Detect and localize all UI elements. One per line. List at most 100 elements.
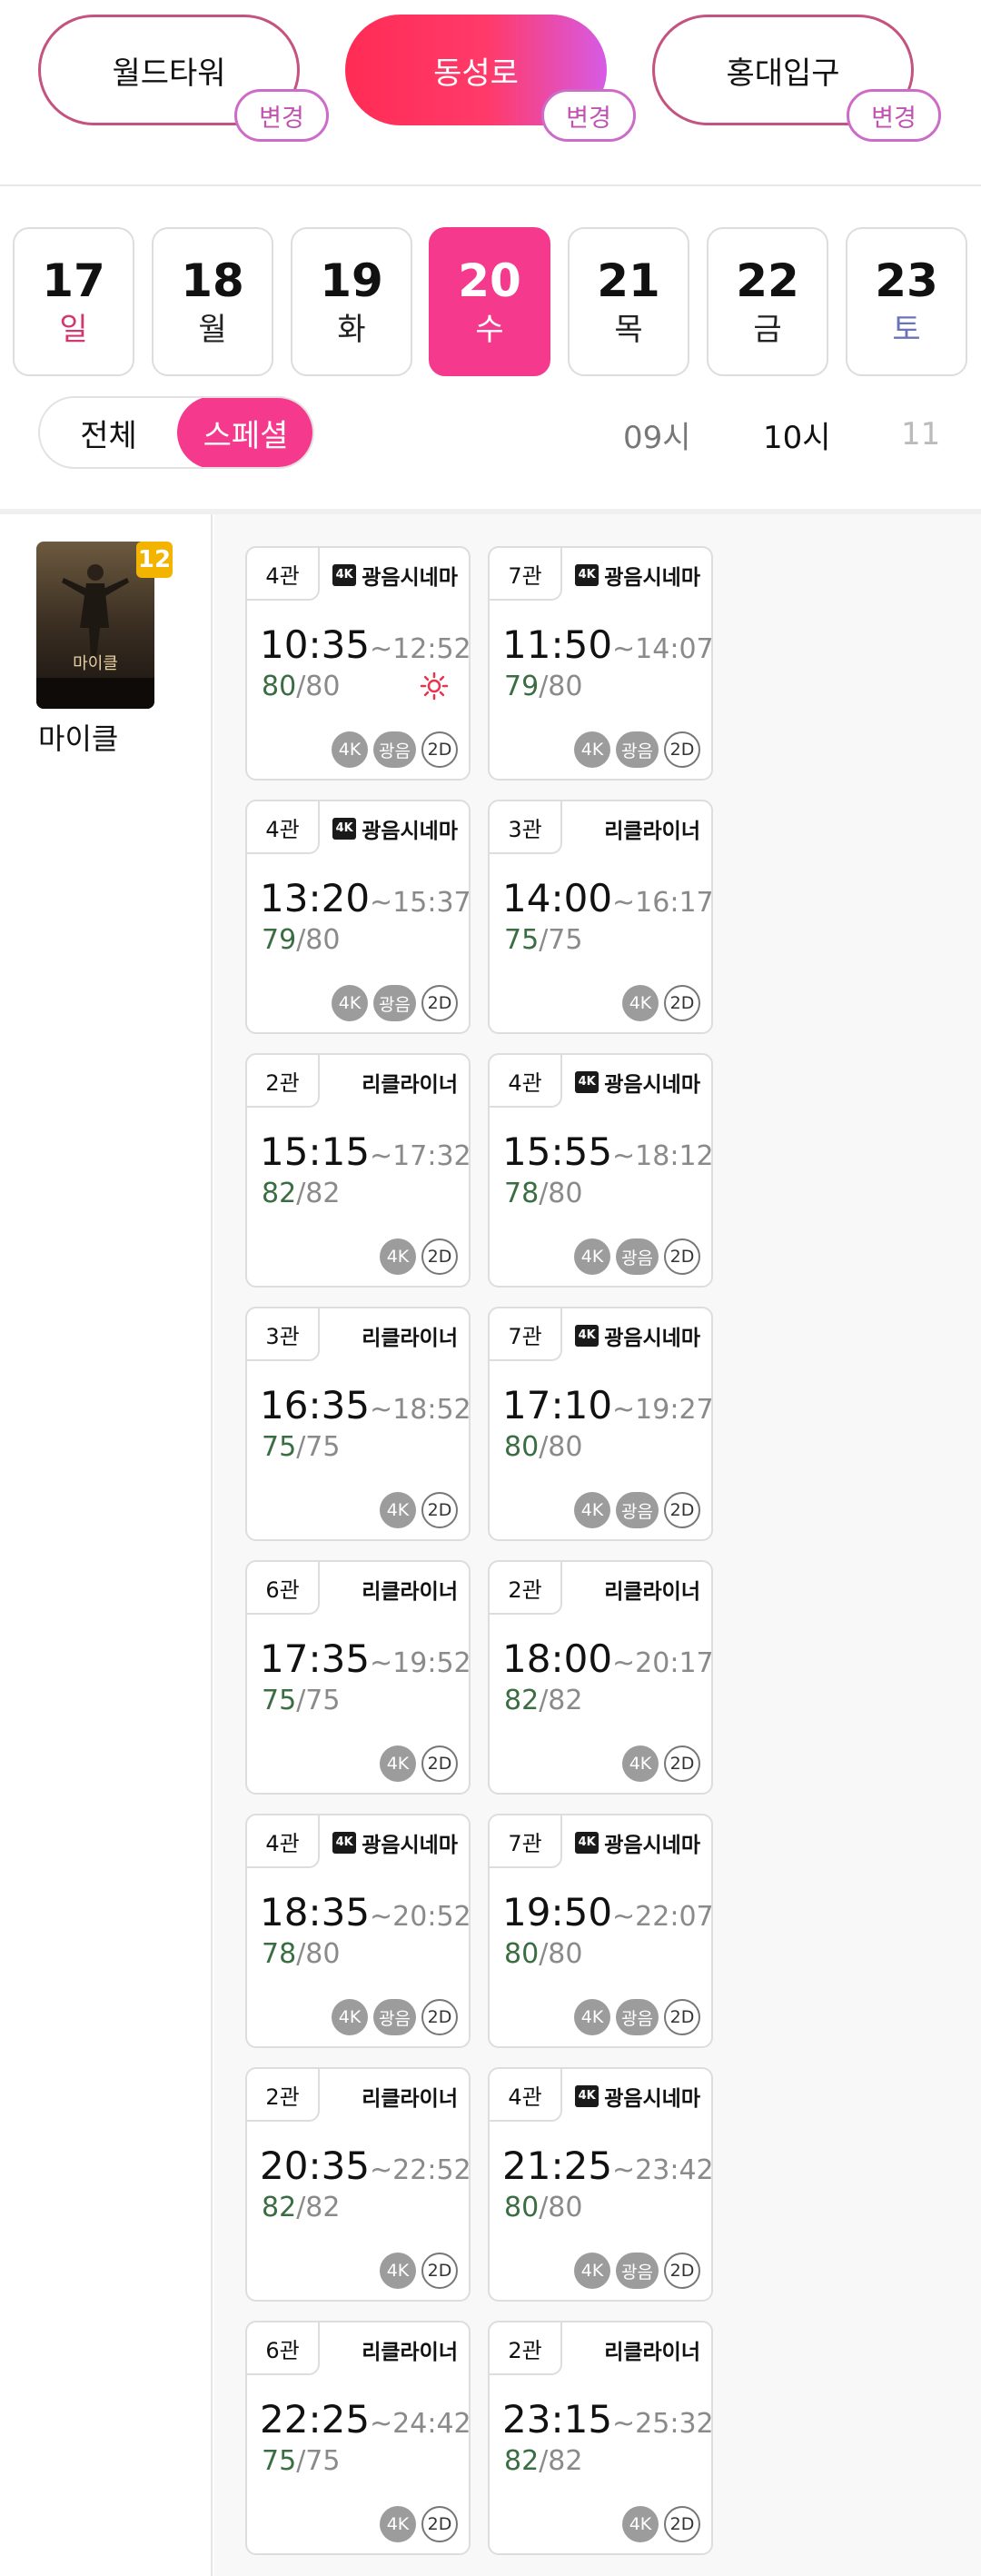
format-badge: 2D — [421, 985, 458, 1021]
format-badges: 4K 광음 2D — [332, 1999, 458, 2035]
showtime-range: 23:15~25:32 — [502, 2397, 714, 2447]
hour-10[interactable]: 10시 — [763, 407, 831, 462]
seat-count: 82/82 — [262, 2191, 340, 2225]
date-item[interactable]: 17 일 — [13, 227, 134, 376]
screen-number: 2관 — [247, 1055, 320, 1108]
date-item[interactable]: 19 화 — [291, 227, 412, 376]
showtime-card[interactable]: 7관 4K 광음시네마 17:10~19:27 80/80 4K 광음 2D — [488, 1307, 714, 1541]
format-badge: 2D — [664, 2253, 700, 2289]
screen-number: 7관 — [490, 548, 562, 601]
seats-available: 82 — [504, 1685, 540, 1716]
screen-brand-label: 리클라이너 — [362, 1327, 458, 1350]
showtime-card[interactable]: 2관 리클라이너 23:15~25:32 82/82 4K 2D — [488, 2321, 714, 2555]
date-item[interactable]: 23 토 — [846, 227, 967, 376]
screen-brand-label: 리클라이너 — [362, 1580, 458, 1604]
date-weekday: 월 — [198, 312, 227, 348]
screen-brand: 4K 광음시네마 — [575, 1068, 700, 1097]
screen-number: 4관 — [247, 548, 320, 601]
showtime-card[interactable]: 4관 4K 광음시네마 13:20~15:37 79/80 4K 광음 2D — [245, 800, 471, 1034]
seats-total: /80 — [539, 1938, 583, 1970]
seat-count: 80/80 — [262, 670, 340, 704]
showtime-card[interactable]: 3관 리클라이너 14:00~16:17 75/75 4K 2D — [488, 800, 714, 1034]
date-item[interactable]: 18 월 — [152, 227, 273, 376]
seats-available: 80 — [262, 671, 297, 702]
format-badge: 광음 — [373, 1999, 416, 2035]
showtime-card[interactable]: 4관 4K 광음시네마 18:35~20:52 78/80 4K 광음 2D — [245, 1814, 471, 2048]
screen-number: 4관 — [490, 1055, 562, 1108]
showtime-card[interactable]: 2관 리클라이너 18:00~20:17 82/82 4K 2D — [488, 1560, 714, 1795]
end-time: ~22:07 — [612, 1901, 714, 1933]
filter-special-button[interactable]: 스페셜 — [177, 398, 312, 467]
date-item[interactable]: 21 목 — [568, 227, 689, 376]
format-badge: 2D — [421, 731, 458, 768]
screen-brand: 리클라이너 — [604, 1575, 700, 1604]
theater-change-button[interactable]: 변경 — [541, 89, 636, 142]
start-time: 17:10 — [502, 1383, 613, 1427]
showtime-card[interactable]: 7관 4K 광음시네마 19:50~22:07 80/80 4K 광음 2D — [488, 1814, 714, 2048]
format-badge: 4K — [380, 1492, 416, 1528]
showtime-card[interactable]: 4관 4K 광음시네마 15:55~18:12 78/80 4K 광음 2D — [488, 1053, 714, 1288]
theater-change-button[interactable]: 변경 — [234, 89, 329, 142]
date-number: 19 — [320, 254, 383, 307]
date-weekday: 토 — [892, 312, 921, 348]
format-badge: 2D — [421, 1746, 458, 1782]
seats-total: /75 — [296, 1685, 341, 1716]
date-weekday: 화 — [337, 312, 366, 348]
end-time: ~17:32 — [370, 1140, 471, 1172]
start-time: 15:55 — [502, 1129, 613, 1174]
screen-number: 2관 — [247, 2069, 320, 2122]
showtime-range: 10:35~12:52 — [260, 622, 471, 672]
end-time: ~18:12 — [612, 1140, 714, 1172]
screen-brand: 리클라이너 — [362, 1575, 458, 1604]
showtime-grid: 4관 4K 광음시네마 10:35~12:52 80/80 4K 광음 2D 7관 4K 광음시네마… — [214, 514, 981, 2576]
hour-11[interactable]: 11 — [901, 407, 940, 462]
showtime-card[interactable]: 4관 4K 광음시네마 10:35~12:52 80/80 4K 광음 2D — [245, 546, 471, 781]
screen-brand: 리클라이너 — [362, 1321, 458, 1350]
theater-name: 홍대입구 — [726, 55, 840, 92]
format-badge: 광음 — [616, 731, 659, 768]
4k-laser-icon: 4K — [575, 564, 600, 586]
movie-title[interactable]: 마이클 — [38, 716, 118, 758]
filter-all-button[interactable]: 전체 — [40, 398, 177, 467]
showtime-range: 17:10~19:27 — [502, 1383, 714, 1433]
format-badge: 4K — [380, 1238, 416, 1275]
showtime-range: 18:00~20:17 — [502, 1636, 714, 1686]
theater-change-button[interactable]: 변경 — [847, 89, 941, 142]
screen-brand-label: 리클라이너 — [362, 2341, 458, 2364]
theater-name: 동성로 — [433, 55, 519, 92]
screen-number: 4관 — [247, 801, 320, 854]
sun-icon — [420, 671, 449, 701]
screen-brand: 4K 광음시네마 — [575, 1321, 700, 1350]
showtime-card[interactable]: 6관 리클라이너 22:25~24:42 75/75 4K 2D — [245, 2321, 471, 2555]
showtime-card[interactable]: 6관 리클라이너 17:35~19:52 75/75 4K 2D — [245, 1560, 471, 1795]
showtime-card[interactable]: 7관 4K 광음시네마 11:50~14:07 79/80 4K 광음 2D — [488, 546, 714, 781]
showtime-card[interactable]: 4관 4K 광음시네마 21:25~23:42 80/80 4K 광음 2D — [488, 2067, 714, 2302]
screen-brand-label: 광음시네마 — [604, 566, 700, 590]
format-badge: 4K — [380, 2506, 416, 2542]
4k-laser-icon: 4K — [575, 1832, 600, 1854]
seat-count: 80/80 — [504, 1937, 582, 1972]
start-time: 22:25 — [260, 2397, 371, 2442]
date-item[interactable]: 20 수 — [429, 227, 550, 376]
date-item[interactable]: 22 금 — [707, 227, 828, 376]
showtime-card[interactable]: 2관 리클라이너 20:35~22:52 82/82 4K 2D — [245, 2067, 471, 2302]
screen-number: 3관 — [490, 801, 562, 854]
hour-09[interactable]: 09시 — [623, 407, 691, 462]
showtime-card[interactable]: 2관 리클라이너 15:15~17:32 82/82 4K 2D — [245, 1053, 471, 1288]
seat-count: 75/75 — [504, 923, 582, 958]
end-time: ~22:52 — [370, 2154, 471, 2186]
date-number: 22 — [736, 254, 799, 307]
format-badge: 4K — [380, 2253, 416, 2289]
seats-total: /80 — [539, 1178, 583, 1209]
filter-toggle: 전체 스페셜 — [38, 396, 314, 469]
format-badge: 4K — [332, 731, 369, 768]
screen-number: 3관 — [247, 1308, 320, 1361]
end-time: ~14:07 — [612, 633, 714, 665]
screen-number: 2관 — [490, 1562, 562, 1615]
seat-count: 78/80 — [262, 1937, 340, 1972]
showtime-range: 11:50~14:07 — [502, 622, 714, 672]
seat-count: 80/80 — [504, 2191, 582, 2225]
showtime-card[interactable]: 3관 리클라이너 16:35~18:52 75/75 4K 2D — [245, 1307, 471, 1541]
seats-available: 75 — [262, 1431, 297, 1463]
start-time: 16:35 — [260, 1383, 371, 1427]
